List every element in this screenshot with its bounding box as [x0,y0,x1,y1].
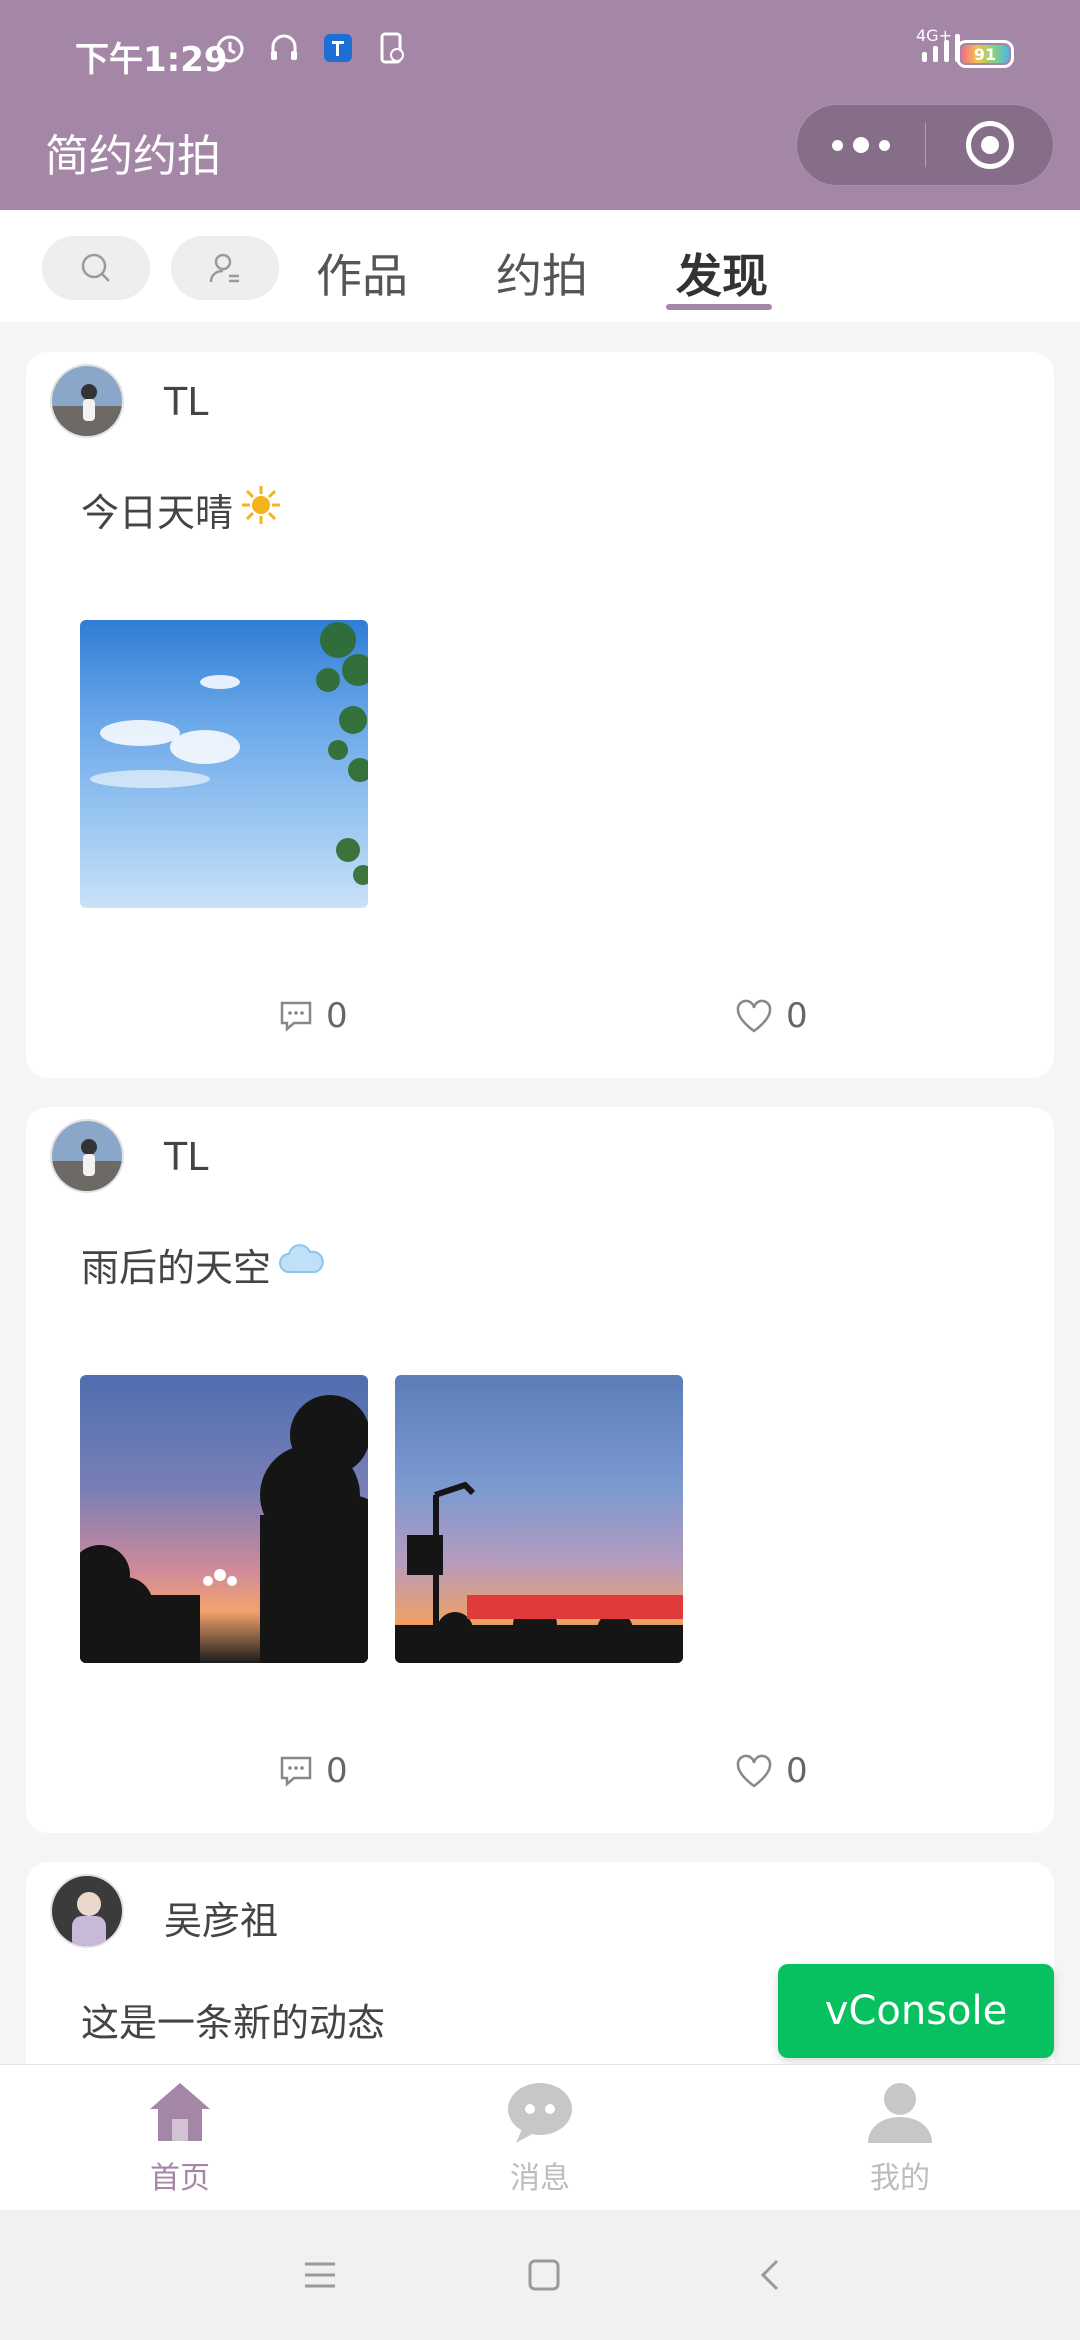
system-navigation-bar [0,2210,1080,2340]
person-icon [868,2083,932,2143]
menu-icon [305,2262,335,2288]
user-list-icon [209,253,239,283]
battery-level: 91 [961,45,1009,64]
sun-emoji-icon [239,483,283,536]
vconsole-button[interactable]: vConsole [778,1964,1054,2058]
bottom-navigation: 首页 消息 我的 [0,2064,1080,2210]
post-text-content: 这是一条新的动态 [81,2001,386,2045]
alarm-icon [212,30,248,66]
post-image[interactable] [80,620,368,908]
zhihu-app-icon [320,30,356,66]
top-bar: 下午1:29 4G+ 91 简约约拍 [0,0,1080,210]
post-actions: 0 0 [26,996,1054,1044]
dot-icon [853,137,869,153]
home-icon [150,2083,210,2141]
post-username[interactable]: TL [164,380,208,424]
tab-bar: 作品 约拍 发现 [0,210,1080,322]
post-username[interactable]: TL [164,1135,208,1179]
post-text-content: 今日天晴 [81,491,234,535]
user-search-button[interactable] [171,236,279,300]
dot-icon [832,139,843,151]
discover-feed[interactable]: TL 今日天晴 0 0 TL 雨后的天空 0 0 吴彦祖 这是一条新的动态 vC… [0,322,1080,2064]
status-icons [212,30,410,66]
avatar[interactable] [50,364,124,438]
nav-home-label: 首页 [150,2161,210,2196]
post-image[interactable] [395,1375,683,1663]
active-tab-indicator [666,304,772,310]
search-icon [81,253,110,282]
post-text: 这是一条新的动态 [81,1992,385,2047]
tab-discover[interactable]: 发现 [676,240,768,306]
avatar[interactable] [50,1119,124,1193]
comment-button[interactable]: 0 [278,996,348,1036]
comment-button[interactable]: 0 [278,1751,348,1791]
more-menu-button[interactable] [797,105,925,185]
chat-icon [508,2083,572,2143]
heart-icon [736,1754,772,1788]
like-count: 0 [786,1751,808,1791]
post-card: TL 今日天晴 0 0 [26,352,1054,1078]
back-icon [760,2259,779,2291]
cloud-emoji-icon [277,1242,325,1287]
app-root: 下午1:29 4G+ 91 简约约拍 作品 约拍 发现 TL 今日天晴 0 0 … [0,0,1080,2340]
signal-indicator: 4G+ [916,26,960,62]
post-text: 雨后的天空 [81,1237,325,1292]
dot-icon [879,139,890,151]
post-username[interactable]: 吴彦祖 [164,1890,278,1945]
heart-icon [736,999,772,1033]
avatar[interactable] [50,1874,124,1948]
like-button[interactable]: 0 [734,1751,808,1791]
nav-messages-label: 消息 [510,2161,570,2196]
network-type: 4G+ [916,26,952,45]
post-text-content: 雨后的天空 [81,1246,272,1290]
home-key[interactable] [514,2255,574,2295]
comment-icon [280,1756,312,1787]
nav-profile[interactable]: 我的 [800,2079,1000,2197]
nav-home[interactable]: 首页 [80,2079,280,2197]
status-time: 下午1:29 [75,40,228,80]
target-icon [965,121,1014,169]
nav-messages[interactable]: 消息 [440,2079,640,2197]
search-button[interactable] [42,236,150,300]
miniprogram-capsule [796,104,1054,186]
nav-profile-label: 我的 [870,2161,930,2196]
comment-count: 0 [326,1751,348,1791]
battery-indicator: 91 [956,40,1014,68]
post-image[interactable] [80,1375,368,1663]
tab-works[interactable]: 作品 [316,240,408,306]
phone-sync-icon [374,30,410,66]
photo-banner [467,1595,683,1619]
headphones-icon [266,30,302,66]
close-miniprogram-button[interactable] [926,121,1053,169]
comment-count: 0 [326,996,348,1036]
like-count: 0 [786,996,808,1036]
app-title: 简约约拍 [45,131,221,182]
post-card: TL 雨后的天空 0 0 [26,1107,1054,1833]
back-key[interactable] [740,2255,800,2295]
status-bar: 下午1:29 4G+ 91 [0,0,1080,108]
square-icon [528,2259,560,2291]
post-text: 今日天晴 [81,482,283,537]
tab-appointment[interactable]: 约拍 [496,240,588,306]
post-actions: 0 0 [26,1751,1054,1799]
menu-key[interactable] [290,2255,350,2295]
like-button[interactable]: 0 [734,996,808,1036]
comment-icon [280,1001,312,1032]
